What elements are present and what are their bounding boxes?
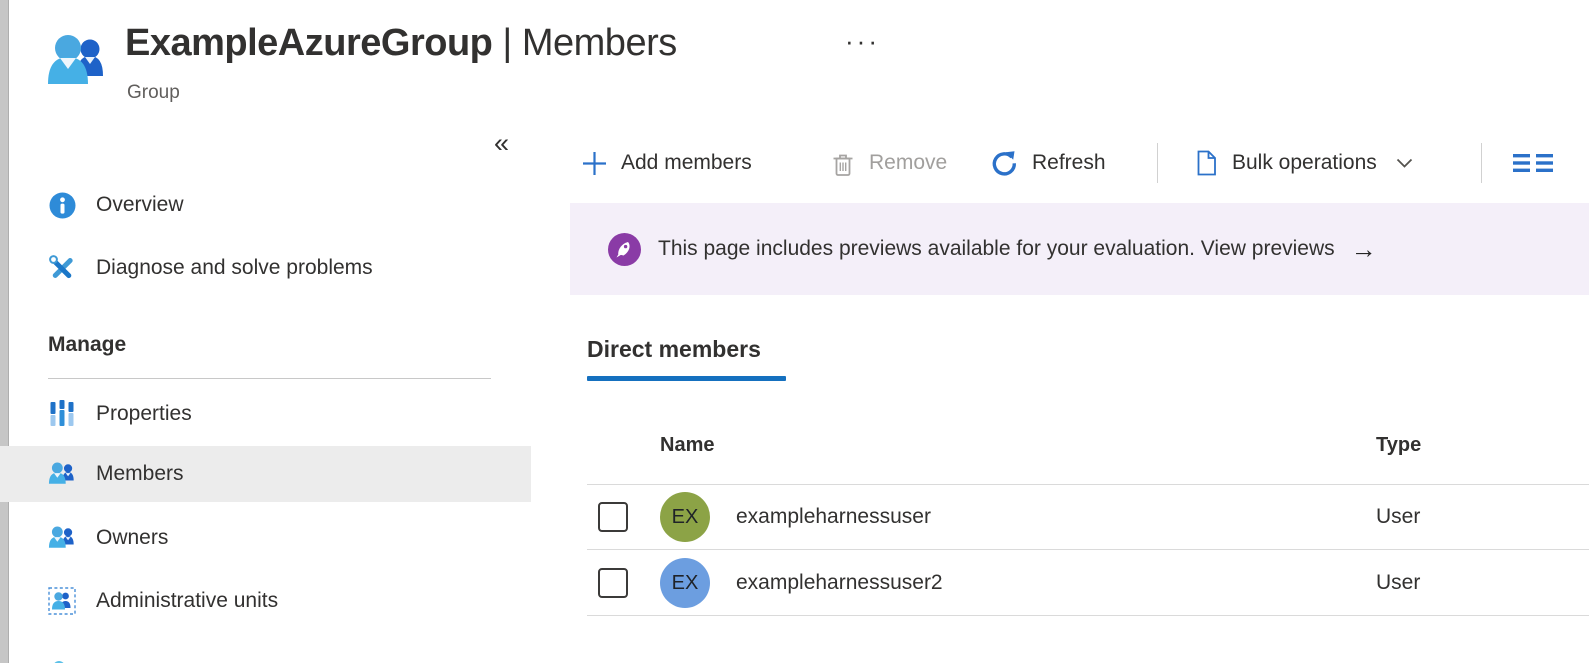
sidebar-item-owners[interactable]: Owners: [0, 516, 531, 560]
sidebar-item-label: Diagnose and solve problems: [96, 256, 373, 280]
group-members-page: ExampleAzureGroup | Members ··· Group « …: [0, 0, 1589, 663]
page-title-group: ExampleAzureGroup: [125, 22, 492, 64]
sidebar-item-overview[interactable]: Overview: [0, 183, 531, 227]
tab-direct-members[interactable]: Direct members: [587, 336, 761, 363]
sidebar-item-administrative-units[interactable]: Administrative units: [0, 579, 531, 623]
refresh-icon: [990, 149, 1019, 178]
sidebar: « Overview Diagnose and solve problems M…: [0, 120, 531, 663]
preview-banner: This page includes previews available fo…: [570, 203, 1589, 295]
columns-button[interactable]: [1513, 138, 1553, 188]
properties-icon: [48, 400, 76, 428]
toolbar-divider: [1157, 143, 1158, 183]
bulk-operations-button[interactable]: Bulk operations: [1194, 138, 1413, 188]
info-icon: [48, 191, 76, 219]
member-type: User: [1376, 571, 1420, 595]
columns-icon: [1513, 151, 1553, 175]
add-members-label: Add members: [621, 151, 752, 175]
partial-icon: [48, 648, 76, 663]
owners-icon: [48, 524, 76, 552]
trash-icon: [830, 150, 856, 177]
sidebar-divider: [48, 378, 491, 379]
toolbar-divider: [1481, 143, 1482, 183]
members-icon: [48, 460, 76, 488]
sidebar-item-label: Members: [96, 462, 184, 486]
page-subtitle: Group: [127, 82, 180, 104]
bulk-operations-label: Bulk operations: [1232, 151, 1377, 175]
refresh-label: Refresh: [1032, 151, 1106, 175]
column-header-type[interactable]: Type: [1376, 434, 1421, 457]
tools-icon: [48, 254, 76, 282]
plus-icon: [581, 150, 608, 177]
member-name[interactable]: exampleharnessuser: [736, 505, 931, 529]
administrative-units-icon: [48, 587, 76, 615]
avatar: EX: [660, 558, 710, 608]
sidebar-item-members[interactable]: Members: [0, 446, 531, 502]
avatar: EX: [660, 492, 710, 542]
sidebar-item-partial[interactable]: [0, 644, 531, 663]
column-header-name[interactable]: Name: [660, 434, 714, 457]
row-checkbox[interactable]: [598, 502, 628, 532]
more-options-button[interactable]: ···: [845, 26, 880, 57]
sidebar-section-manage: Manage: [48, 333, 126, 357]
command-bar: Add members Remove Refresh: [0, 138, 1589, 188]
rocket-icon: [608, 233, 641, 266]
add-members-button[interactable]: Add members: [581, 138, 752, 188]
remove-button[interactable]: Remove: [830, 138, 947, 188]
chevron-down-icon: [1396, 157, 1413, 169]
document-icon: [1194, 149, 1219, 177]
sidebar-item-label: Administrative units: [96, 589, 278, 613]
sidebar-item-label: Properties: [96, 402, 192, 426]
row-checkbox[interactable]: [598, 568, 628, 598]
refresh-button[interactable]: Refresh: [990, 138, 1106, 188]
remove-label: Remove: [869, 151, 947, 175]
member-name[interactable]: exampleharnessuser2: [736, 571, 943, 595]
arrow-right-icon[interactable]: →: [1351, 234, 1377, 265]
page-title: ExampleAzureGroup | Members: [125, 22, 677, 65]
preview-banner-text[interactable]: This page includes previews available fo…: [658, 237, 1335, 261]
group-icon: [46, 32, 108, 90]
table-row[interactable]: EX exampleharnessuser User: [587, 485, 1589, 550]
sidebar-item-properties[interactable]: Properties: [0, 392, 531, 436]
sidebar-item-diagnose[interactable]: Diagnose and solve problems: [0, 246, 531, 290]
member-type: User: [1376, 505, 1420, 529]
sidebar-item-label: Overview: [96, 193, 184, 217]
tab-active-underline: [587, 376, 786, 381]
table-row[interactable]: EX exampleharnessuser2 User: [587, 551, 1589, 616]
page-title-section: | Members: [492, 22, 676, 64]
sidebar-item-label: Owners: [96, 526, 168, 550]
